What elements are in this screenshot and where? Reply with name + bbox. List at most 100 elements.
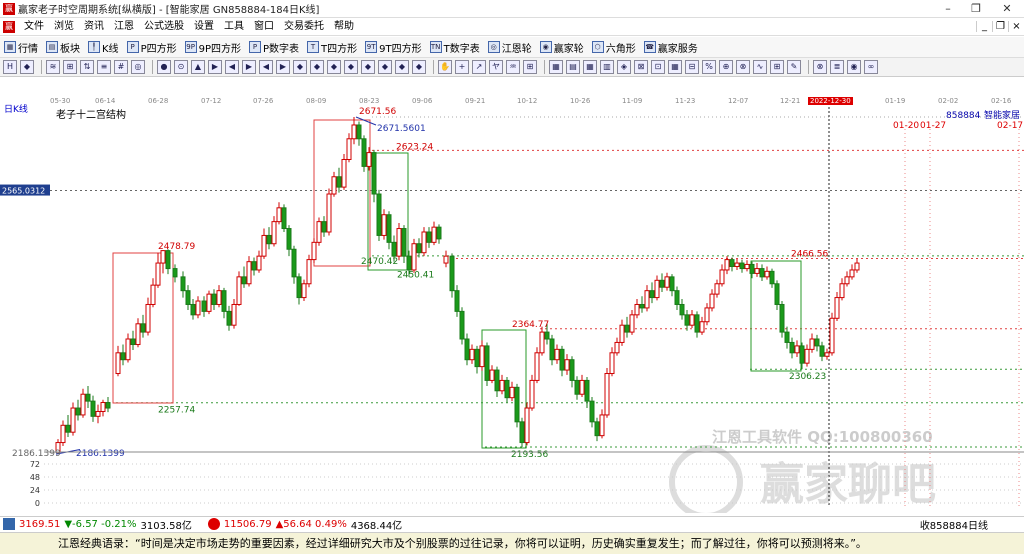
sz-index-item[interactable]: 11506.79 ▲56.64 0.49% 4368.44亿 (200, 517, 402, 532)
minimize-button[interactable]: – (934, 0, 962, 18)
drawing-tool-21-icon[interactable]: ◆ (378, 60, 392, 74)
toolbar-hexagon[interactable]: ⬡ 六角形 (588, 40, 640, 55)
drawing-tool-20-icon[interactable]: ◆ (361, 60, 375, 74)
drawing-tool-27-icon[interactable]: ヤ (489, 60, 503, 74)
drawing-tool-9-icon[interactable]: ⊙ (174, 60, 188, 74)
drawing-tool-32-icon[interactable]: ▦ (583, 60, 597, 74)
drawing-tool-13-icon[interactable]: ▶ (242, 60, 256, 74)
candle-body (231, 303, 237, 326)
menu-tools[interactable]: 工具 (219, 18, 249, 36)
time-axis-label: 12-21 (780, 97, 801, 105)
menu-file[interactable]: 文件 (19, 18, 49, 36)
drawing-tool-2-icon[interactable]: ≋ (46, 60, 60, 74)
drawing-tool-28-icon[interactable]: ♒ (506, 60, 520, 74)
drawing-tool-12-icon[interactable]: ◀ (225, 60, 239, 74)
drawing-tool-5-icon[interactable]: ≡ (97, 60, 111, 74)
candle-body (105, 402, 111, 409)
drawing-tool-19-icon[interactable]: ◆ (344, 60, 358, 74)
candle-body (366, 152, 372, 167)
candle-body (674, 290, 680, 305)
drawing-tool-1-icon[interactable]: ◆ (20, 60, 34, 74)
drawing-tool-38-icon[interactable]: ⊟ (685, 60, 699, 74)
drawing-tool-22-icon[interactable]: ◆ (395, 60, 409, 74)
drawing-tool-6-icon[interactable]: # (114, 60, 128, 74)
menu-bar: 赢 文件 浏览 资讯 江恩 公式选股 设置 工具 窗口 交易委托 帮助 _ ❐ … (0, 18, 1024, 36)
drawing-tool-42-icon[interactable]: ∿ (753, 60, 767, 74)
candle-body (784, 331, 790, 343)
doc-restore-button[interactable]: ❐ (992, 21, 1008, 32)
drawing-tool-23-icon[interactable]: ◆ (412, 60, 426, 74)
menu-gann[interactable]: 江恩 (109, 18, 139, 36)
drawing-tool-40-icon[interactable]: ⊕ (719, 60, 733, 74)
toolbar-p-square[interactable]: P P四方形 (123, 40, 181, 55)
drawing-tool-35-icon[interactable]: ⊠ (634, 60, 648, 74)
toolbar-kline[interactable]: ╿ K线 (84, 40, 123, 55)
drawing-tool-4-icon[interactable]: ⇅ (80, 60, 94, 74)
toolbar-9t-square[interactable]: 9T 9T四方形 (361, 40, 425, 55)
toolbar-quote[interactable]: ▦ 行情 (0, 40, 42, 55)
drawing-tool-14-icon[interactable]: ◀ (259, 60, 273, 74)
drawing-tool-39-icon[interactable]: % (702, 60, 716, 74)
candle-body (689, 314, 695, 326)
gann-quote: 江恩经典语录：“时间是决定市场走势的重要因素，经过详细研究大市及个别股票的过往记… (58, 537, 867, 550)
time-axis-label: 10-26 (570, 97, 591, 105)
drawing-tool-3-icon[interactable]: ⊞ (63, 60, 77, 74)
maximize-button[interactable]: ❐ (962, 0, 990, 18)
menu-help[interactable]: 帮助 (329, 18, 359, 36)
candle-body (539, 331, 545, 354)
drawing-tool-0-icon[interactable]: H (3, 60, 17, 74)
menu-formula[interactable]: 公式选股 (139, 18, 189, 36)
drawing-tool-7-icon[interactable]: ◎ (131, 60, 145, 74)
drawing-tool-24-icon[interactable]: ✋ (438, 60, 452, 74)
drawing-tool-31-icon[interactable]: ▤ (566, 60, 580, 74)
drawing-tool-8-icon[interactable]: ● (157, 60, 171, 74)
drawing-tool-33-icon[interactable]: ▥ (600, 60, 614, 74)
candle-body (724, 259, 730, 271)
menu-window[interactable]: 窗口 (249, 18, 279, 36)
drawing-tool-41-icon[interactable]: ⊗ (736, 60, 750, 74)
drawing-tool-48-icon[interactable]: ∞ (864, 60, 878, 74)
doc-close-button[interactable]: × (1008, 21, 1024, 32)
toolbar-gann-wheel[interactable]: ◎ 江恩轮 (484, 40, 536, 55)
menu-trade[interactable]: 交易委托 (279, 18, 329, 36)
toolbar-service[interactable]: ☎ 赢家服务 (640, 40, 702, 55)
toolbar-p-table[interactable]: P P数字表 (245, 40, 303, 55)
candle-body (484, 345, 490, 381)
doc-minimize-button[interactable]: _ (976, 21, 992, 32)
drawing-tool-16-icon[interactable]: ◆ (293, 60, 307, 74)
drawing-tool-29-icon[interactable]: ⊞ (523, 60, 537, 74)
drawing-tool-25-icon[interactable]: + (455, 60, 469, 74)
menu-browse[interactable]: 浏览 (49, 18, 79, 36)
drawing-tool-18-icon[interactable]: ◆ (327, 60, 341, 74)
drawing-tool-26-icon[interactable]: ↗ (472, 60, 486, 74)
drawing-tool-10-icon[interactable]: ▲ (191, 60, 205, 74)
toolbar-t-square[interactable]: T T四方形 (303, 40, 361, 55)
drawing-tool-46-icon[interactable]: ≣ (830, 60, 844, 74)
drawing-tool-36-icon[interactable]: ⊡ (651, 60, 665, 74)
drawing-tool-45-icon[interactable]: ⊗ (813, 60, 827, 74)
candle-body (190, 303, 196, 316)
drawing-tool-44-icon[interactable]: ✎ (787, 60, 801, 74)
toolbar-t-table[interactable]: TN T数字表 (426, 40, 484, 55)
toolbar-9p-square[interactable]: 9P 9P四方形 (181, 40, 245, 55)
drawing-tool-17-icon[interactable]: ◆ (310, 60, 324, 74)
drawing-tool-15-icon[interactable]: ▶ (276, 60, 290, 74)
stock-code: 858884 (946, 111, 981, 121)
menu-settings[interactable]: 设置 (189, 18, 219, 36)
kline-chart[interactable]: 江恩工具软件 QQ:100800360赢家聊吧jiaoba.yingjia360… (0, 107, 1024, 513)
sh-index-item[interactable]: 3169.51 ▼-6.57 -0.21% 3103.58亿 (0, 517, 192, 532)
close-button[interactable]: ✕ (990, 0, 1024, 18)
drawing-tool-47-icon[interactable]: ◉ (847, 60, 861, 74)
menu-info[interactable]: 资讯 (79, 18, 109, 36)
toolbar-sector[interactable]: ▤ 板块 (42, 40, 84, 55)
toolbar-winner-wheel[interactable]: ◉ 赢家轮 (536, 40, 588, 55)
candle-body (854, 262, 860, 271)
window-title: 赢家老子时空周期系统[纵横版] - [智能家居 GN858884-184日K线] (18, 5, 320, 16)
drawing-tool-34-icon[interactable]: ◈ (617, 60, 631, 74)
drawing-tool-11-icon[interactable]: ▶ (208, 60, 222, 74)
drawing-tool-37-icon[interactable]: ▦ (668, 60, 682, 74)
candle-body (714, 283, 720, 295)
candle-body (271, 221, 277, 245)
drawing-tool-43-icon[interactable]: ⊞ (770, 60, 784, 74)
drawing-tool-30-icon[interactable]: ▦ (549, 60, 563, 74)
